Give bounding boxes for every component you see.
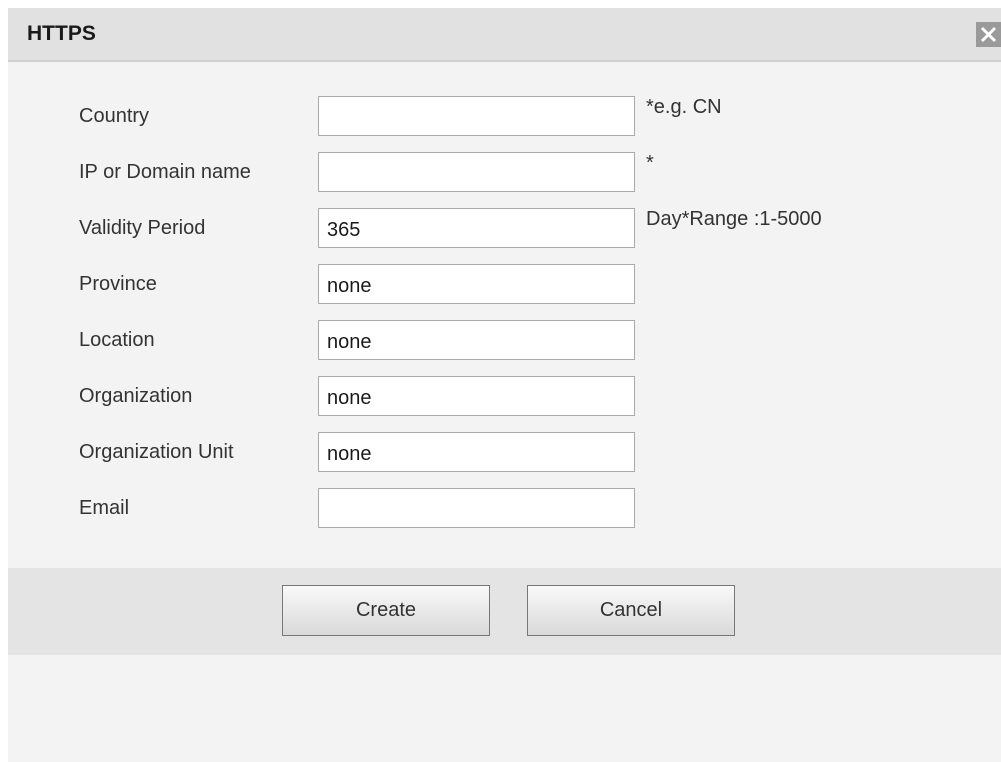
- country-input[interactable]: [318, 96, 635, 136]
- country-label: Country: [79, 105, 150, 127]
- form-row-location: Location: [8, 318, 1001, 360]
- form-row-province: Province: [8, 262, 1001, 304]
- ip-domain-input[interactable]: [318, 152, 635, 192]
- form-row-org-unit: Organization Unit: [8, 430, 1001, 472]
- dialog-titlebar: HTTPS: [8, 8, 1001, 62]
- org-unit-input[interactable]: [318, 432, 635, 472]
- form-row-validity: Validity Period Day*Range :1-5000: [8, 206, 1001, 248]
- cancel-button[interactable]: Cancel: [527, 585, 735, 636]
- location-input[interactable]: [318, 320, 635, 360]
- organization-label: Organization: [79, 385, 193, 407]
- country-hint: *e.g. CN: [646, 96, 722, 118]
- validity-hint: Day*Range :1-5000: [646, 208, 822, 230]
- form-row-country: Country *e.g. CN: [8, 94, 1001, 136]
- organization-input[interactable]: [318, 376, 635, 416]
- email-input[interactable]: [318, 488, 635, 528]
- form-row-ip-domain: IP or Domain name *: [8, 150, 1001, 192]
- https-dialog: HTTPS Country *e.g. CN IP or Domain name…: [8, 8, 1001, 762]
- validity-label: Validity Period: [79, 217, 206, 239]
- validity-input[interactable]: [318, 208, 635, 248]
- ip-domain-label: IP or Domain name: [79, 161, 251, 183]
- button-bar: Create Cancel: [8, 568, 1001, 655]
- province-input[interactable]: [318, 264, 635, 304]
- email-label: Email: [79, 497, 130, 519]
- close-button[interactable]: [976, 22, 1001, 47]
- province-label: Province: [79, 273, 157, 295]
- dialog-title: HTTPS: [27, 22, 96, 45]
- location-label: Location: [79, 329, 155, 351]
- ip-domain-hint: *: [646, 152, 654, 174]
- form-row-email: Email: [8, 486, 1001, 528]
- form-row-organization: Organization: [8, 374, 1001, 416]
- create-button[interactable]: Create: [282, 585, 490, 636]
- close-icon: [980, 26, 997, 43]
- org-unit-label: Organization Unit: [79, 441, 234, 463]
